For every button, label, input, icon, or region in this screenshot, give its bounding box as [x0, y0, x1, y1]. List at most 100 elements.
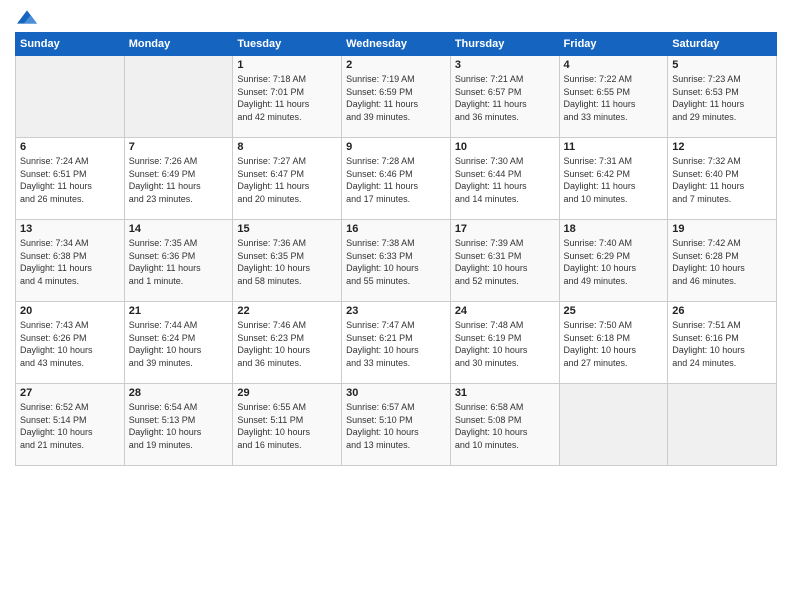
- day-info: Sunrise: 7:47 AM Sunset: 6:21 PM Dayligh…: [346, 319, 446, 369]
- day-number: 10: [455, 141, 555, 153]
- calendar-cell: 2 Sunrise: 7:19 AM Sunset: 6:59 PM Daylig…: [342, 56, 451, 138]
- day-info: Sunrise: 7:36 AM Sunset: 6:35 PM Dayligh…: [237, 237, 337, 287]
- day-info: Sunrise: 7:24 AM Sunset: 6:51 PM Dayligh…: [20, 155, 120, 205]
- day-number: 4: [564, 59, 664, 71]
- day-number: 17: [455, 223, 555, 235]
- day-info: Sunrise: 6:58 AM Sunset: 5:08 PM Dayligh…: [455, 401, 555, 451]
- calendar-cell: [124, 56, 233, 138]
- header-thursday: Thursday: [450, 33, 559, 56]
- logo: [15, 10, 37, 24]
- day-number: 31: [455, 387, 555, 399]
- calendar-cell: 13 Sunrise: 7:34 AM Sunset: 6:38 PM Dayli…: [16, 220, 125, 302]
- calendar-cell: 26 Sunrise: 7:51 AM Sunset: 6:16 PM Dayli…: [668, 302, 777, 384]
- day-info: Sunrise: 6:57 AM Sunset: 5:10 PM Dayligh…: [346, 401, 446, 451]
- calendar-cell: 11 Sunrise: 7:31 AM Sunset: 6:42 PM Dayli…: [559, 138, 668, 220]
- day-number: 27: [20, 387, 120, 399]
- calendar-cell: 4Sunrise: 7:22 AM Sunset: 6:55 PM Daylig…: [559, 56, 668, 138]
- day-info: Sunrise: 7:40 AM Sunset: 6:29 PM Dayligh…: [564, 237, 664, 287]
- day-number: 25: [564, 305, 664, 317]
- calendar-header-row: SundayMondayTuesdayWednesdayThursdayFrid…: [16, 33, 777, 56]
- calendar-cell: [668, 384, 777, 466]
- calendar-cell: 3Sunrise: 7:21 AM Sunset: 6:57 PM Daylig…: [450, 56, 559, 138]
- header-friday: Friday: [559, 33, 668, 56]
- day-number: 29: [237, 387, 337, 399]
- day-number: 28: [129, 387, 229, 399]
- calendar-cell: 28 Sunrise: 6:54 AM Sunset: 5:13 PM Dayli…: [124, 384, 233, 466]
- calendar-cell: 21 Sunrise: 7:44 AM Sunset: 6:24 PM Dayli…: [124, 302, 233, 384]
- day-number: 21: [129, 305, 229, 317]
- calendar-cell: 5 Sunrise: 7:23 AM Sunset: 6:53 PM Daylig…: [668, 56, 777, 138]
- day-number: 24: [455, 305, 555, 317]
- week-row-4: 27 Sunrise: 6:52 AM Sunset: 5:14 PM Dayli…: [16, 384, 777, 466]
- calendar-cell: 12 Sunrise: 7:32 AM Sunset: 6:40 PM Dayli…: [668, 138, 777, 220]
- calendar-cell: 20Sunrise: 7:43 AM Sunset: 6:26 PM Dayli…: [16, 302, 125, 384]
- day-number: 14: [129, 223, 229, 235]
- day-info: Sunrise: 7:34 AM Sunset: 6:38 PM Dayligh…: [20, 237, 120, 287]
- day-number: 11: [564, 141, 664, 153]
- day-info: Sunrise: 7:50 AM Sunset: 6:18 PM Dayligh…: [564, 319, 664, 369]
- day-info: Sunrise: 7:48 AM Sunset: 6:19 PM Dayligh…: [455, 319, 555, 369]
- calendar-cell: 14 Sunrise: 7:35 AM Sunset: 6:36 PM Dayli…: [124, 220, 233, 302]
- day-info: Sunrise: 7:38 AM Sunset: 6:33 PM Dayligh…: [346, 237, 446, 287]
- day-info: Sunrise: 7:51 AM Sunset: 6:16 PM Dayligh…: [672, 319, 772, 369]
- logo-icon: [17, 10, 37, 24]
- calendar-cell: 15 Sunrise: 7:36 AM Sunset: 6:35 PM Dayli…: [233, 220, 342, 302]
- calendar-table: SundayMondayTuesdayWednesdayThursdayFrid…: [15, 32, 777, 466]
- calendar-cell: 27 Sunrise: 6:52 AM Sunset: 5:14 PM Dayli…: [16, 384, 125, 466]
- day-info: Sunrise: 7:19 AM Sunset: 6:59 PM Dayligh…: [346, 73, 446, 123]
- header-wednesday: Wednesday: [342, 33, 451, 56]
- calendar-cell: [559, 384, 668, 466]
- day-number: 12: [672, 141, 772, 153]
- calendar-cell: 16 Sunrise: 7:38 AM Sunset: 6:33 PM Dayli…: [342, 220, 451, 302]
- day-info: Sunrise: 7:32 AM Sunset: 6:40 PM Dayligh…: [672, 155, 772, 205]
- header-monday: Monday: [124, 33, 233, 56]
- day-number: 19: [672, 223, 772, 235]
- calendar-cell: 9Sunrise: 7:28 AM Sunset: 6:46 PM Daylig…: [342, 138, 451, 220]
- day-number: 3: [455, 59, 555, 71]
- day-info: Sunrise: 7:43 AM Sunset: 6:26 PM Dayligh…: [20, 319, 120, 369]
- day-number: 2: [346, 59, 446, 71]
- week-row-1: 6 Sunrise: 7:24 AM Sunset: 6:51 PM Daylig…: [16, 138, 777, 220]
- calendar-cell: 7 Sunrise: 7:26 AM Sunset: 6:49 PM Daylig…: [124, 138, 233, 220]
- calendar-cell: 31 Sunrise: 6:58 AM Sunset: 5:08 PM Dayli…: [450, 384, 559, 466]
- day-number: 5: [672, 59, 772, 71]
- calendar-cell: 23 Sunrise: 7:47 AM Sunset: 6:21 PM Dayli…: [342, 302, 451, 384]
- calendar-cell: 30 Sunrise: 6:57 AM Sunset: 5:10 PM Dayli…: [342, 384, 451, 466]
- day-number: 16: [346, 223, 446, 235]
- day-info: Sunrise: 7:27 AM Sunset: 6:47 PM Dayligh…: [237, 155, 337, 205]
- day-info: Sunrise: 7:31 AM Sunset: 6:42 PM Dayligh…: [564, 155, 664, 205]
- day-info: Sunrise: 7:23 AM Sunset: 6:53 PM Dayligh…: [672, 73, 772, 123]
- calendar-cell: 8 Sunrise: 7:27 AM Sunset: 6:47 PM Daylig…: [233, 138, 342, 220]
- day-info: Sunrise: 7:42 AM Sunset: 6:28 PM Dayligh…: [672, 237, 772, 287]
- day-info: Sunrise: 7:28 AM Sunset: 6:46 PM Dayligh…: [346, 155, 446, 205]
- calendar-cell: 18Sunrise: 7:40 AM Sunset: 6:29 PM Dayli…: [559, 220, 668, 302]
- week-row-3: 20Sunrise: 7:43 AM Sunset: 6:26 PM Dayli…: [16, 302, 777, 384]
- day-number: 1: [237, 59, 337, 71]
- day-number: 6: [20, 141, 120, 153]
- page: SundayMondayTuesdayWednesdayThursdayFrid…: [0, 0, 792, 612]
- calendar-cell: 1Sunrise: 7:18 AM Sunset: 7:01 PM Daylig…: [233, 56, 342, 138]
- day-number: 15: [237, 223, 337, 235]
- day-number: 13: [20, 223, 120, 235]
- day-info: Sunrise: 7:39 AM Sunset: 6:31 PM Dayligh…: [455, 237, 555, 287]
- header-saturday: Saturday: [668, 33, 777, 56]
- header: [15, 10, 777, 24]
- day-info: Sunrise: 7:44 AM Sunset: 6:24 PM Dayligh…: [129, 319, 229, 369]
- header-sunday: Sunday: [16, 33, 125, 56]
- day-number: 7: [129, 141, 229, 153]
- calendar-cell: 24 Sunrise: 7:48 AM Sunset: 6:19 PM Dayli…: [450, 302, 559, 384]
- calendar-cell: 22Sunrise: 7:46 AM Sunset: 6:23 PM Dayli…: [233, 302, 342, 384]
- week-row-0: 1Sunrise: 7:18 AM Sunset: 7:01 PM Daylig…: [16, 56, 777, 138]
- day-number: 22: [237, 305, 337, 317]
- calendar-cell: 29Sunrise: 6:55 AM Sunset: 5:11 PM Dayli…: [233, 384, 342, 466]
- day-number: 30: [346, 387, 446, 399]
- day-info: Sunrise: 7:35 AM Sunset: 6:36 PM Dayligh…: [129, 237, 229, 287]
- day-number: 26: [672, 305, 772, 317]
- day-info: Sunrise: 6:54 AM Sunset: 5:13 PM Dayligh…: [129, 401, 229, 451]
- day-info: Sunrise: 7:26 AM Sunset: 6:49 PM Dayligh…: [129, 155, 229, 205]
- calendar-cell: [16, 56, 125, 138]
- day-info: Sunrise: 6:52 AM Sunset: 5:14 PM Dayligh…: [20, 401, 120, 451]
- day-number: 8: [237, 141, 337, 153]
- day-number: 23: [346, 305, 446, 317]
- calendar-cell: 17 Sunrise: 7:39 AM Sunset: 6:31 PM Dayli…: [450, 220, 559, 302]
